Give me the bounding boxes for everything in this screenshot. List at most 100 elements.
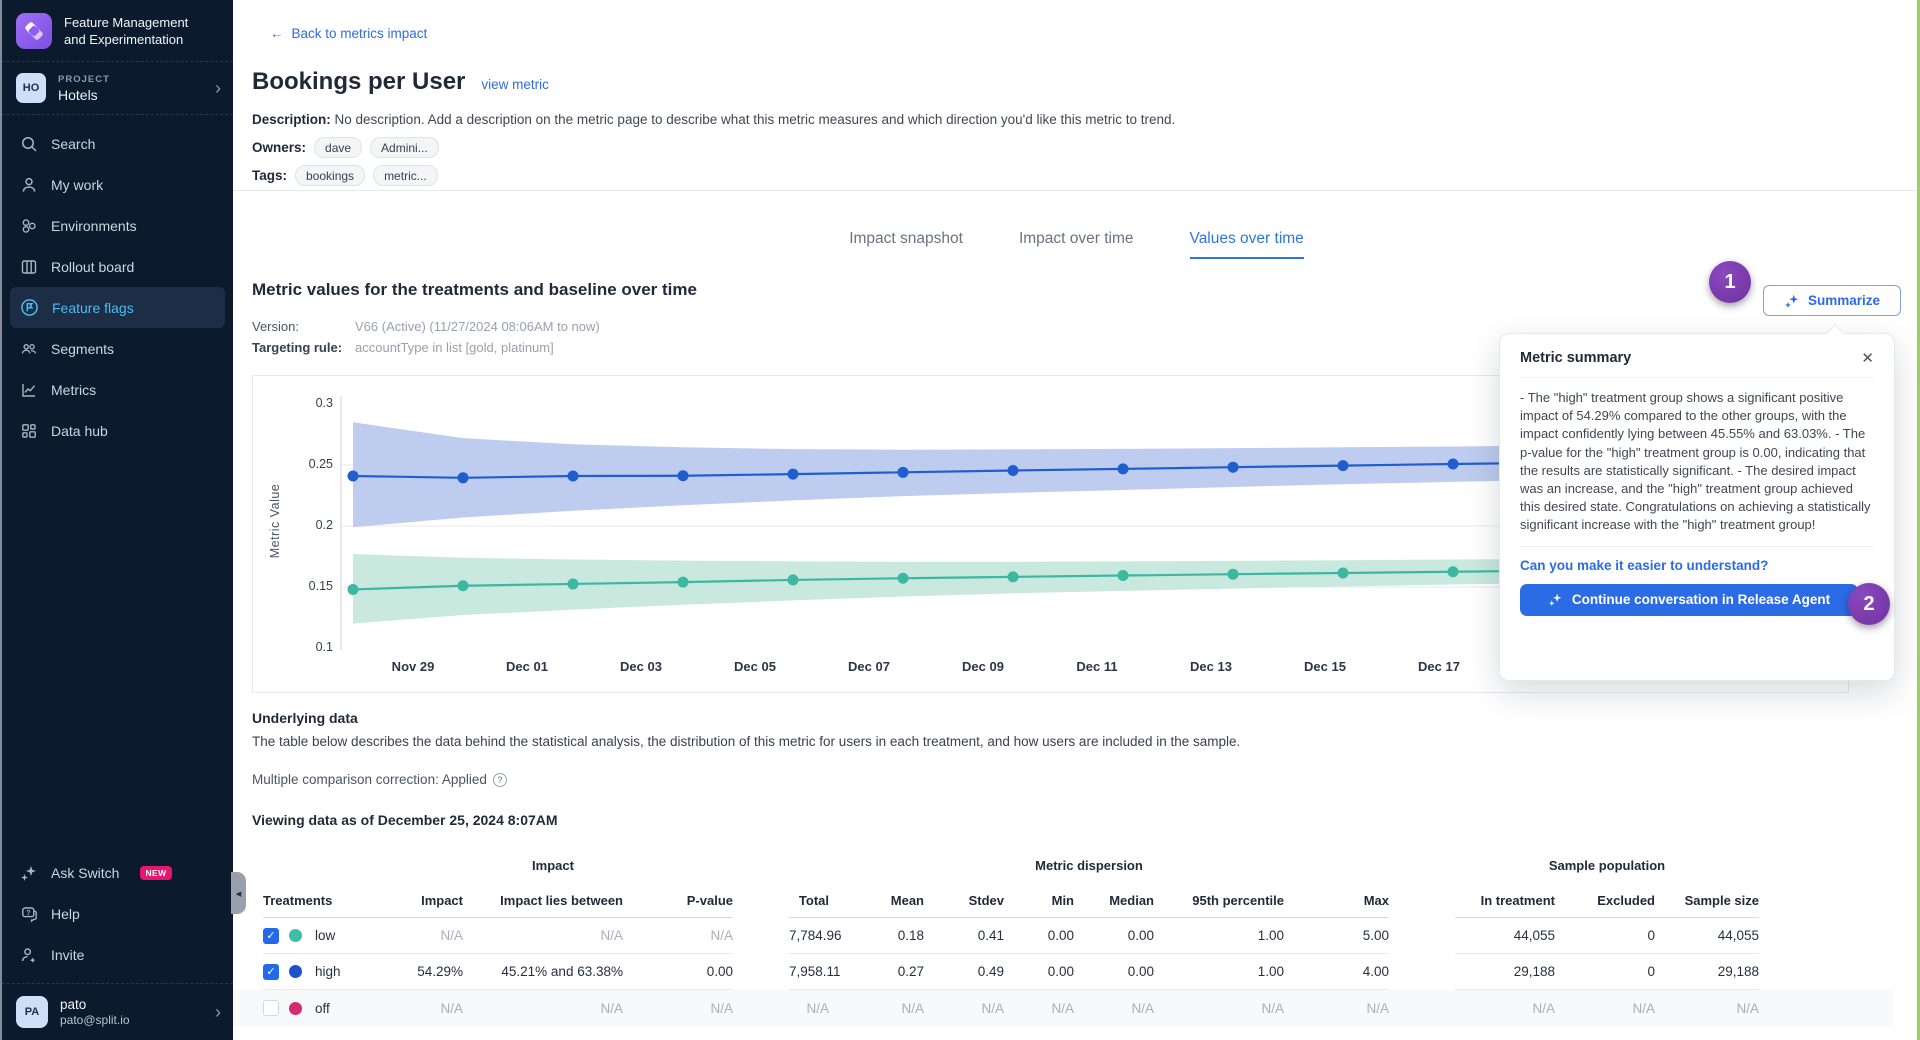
column-header: Total	[789, 893, 829, 908]
make-easier-link[interactable]: Can you make it easier to understand?	[1520, 558, 1874, 573]
sidebar-item-my-work[interactable]: My work	[2, 164, 233, 205]
sidebar-item-environments[interactable]: Environments	[2, 205, 233, 246]
table-cell: 44,055	[1455, 928, 1555, 943]
sidebar-item-label: Segments	[51, 341, 114, 357]
sidebar-item-metrics[interactable]: Metrics	[2, 369, 233, 410]
x-tick-label: Dec 15	[1304, 659, 1346, 674]
sidebar-item-label: My work	[51, 177, 103, 193]
x-tick-label: Dec 11	[1076, 659, 1117, 674]
table-cell: 0.00	[1004, 928, 1074, 943]
view-metric-link[interactable]: view metric	[481, 77, 549, 92]
annotation-step-1-badge: 1	[1709, 261, 1751, 303]
continue-conversation-button[interactable]: Continue conversation in Release Agent	[1520, 584, 1858, 616]
sidebar-item-data-hub[interactable]: Data hub	[2, 410, 233, 451]
y-axis-label: Metric Value	[268, 471, 282, 571]
sidebar-collapse-handle[interactable]: ◂	[231, 872, 246, 914]
table-cell: 0.00	[1074, 928, 1154, 943]
treatment-color-dot	[289, 965, 302, 978]
sidebar-item-rollout-board[interactable]: Rollout board	[2, 246, 233, 287]
tab-impact-over-time[interactable]: Impact over time	[1019, 230, 1134, 259]
column-header: Impact	[373, 893, 463, 908]
chevron-right-icon: ›	[215, 79, 221, 97]
user-name: pato	[60, 997, 130, 1012]
table-cell: 45.21% and 63.38%	[463, 964, 623, 979]
column-header: Stdev	[924, 893, 1004, 908]
sidebar-item-invite[interactable]: Invite	[2, 934, 233, 975]
sidebar-bottom-nav: Ask Switch NEW ? Help Invite	[2, 844, 233, 975]
version-row: Version: V66 (Active) (11/27/2024 08:06A…	[252, 319, 299, 334]
table-cell: N/A	[1074, 1001, 1154, 1016]
table-cell: 4.00	[1284, 964, 1389, 979]
sidebar-item-label: Rollout board	[51, 259, 134, 275]
column-header: Median	[1074, 893, 1154, 908]
owner-chip[interactable]: Admini...	[370, 137, 439, 158]
column-header: Max	[1284, 893, 1389, 908]
tab-impact-snapshot[interactable]: Impact snapshot	[849, 230, 963, 259]
divider	[1520, 546, 1874, 547]
sidebar-item-help[interactable]: ? Help	[2, 893, 233, 934]
segments-icon	[20, 340, 38, 358]
split-logo-icon	[16, 13, 52, 49]
x-tick-label: Dec 05	[734, 659, 776, 674]
table-cell: 1.00	[1154, 928, 1284, 943]
treatment-name: high	[315, 964, 341, 979]
underlying-data-paragraph: The table below describes the data behin…	[252, 734, 1240, 749]
table-cell: N/A	[1555, 1001, 1655, 1016]
table-cell: 0.00	[1004, 964, 1074, 979]
sidebar: Feature Management and Experimentation H…	[0, 0, 233, 1040]
sidebar-item-ask-switch[interactable]: Ask Switch NEW	[2, 852, 233, 893]
x-tick-label: Dec 17	[1418, 659, 1460, 674]
tag-chip[interactable]: bookings	[295, 165, 365, 186]
group-header-impact: Impact	[373, 858, 733, 873]
user-menu[interactable]: PA pato pato@split.io ›	[2, 983, 233, 1040]
table-cell: 5.00	[1284, 928, 1389, 943]
annotation-step-2-badge: 2	[1848, 583, 1890, 625]
tab-bar: Impact snapshot Impact over time Values …	[233, 230, 1920, 259]
info-icon[interactable]: ?	[493, 773, 507, 787]
column-header: Mean	[829, 893, 924, 908]
sidebar-item-label: Environments	[51, 218, 137, 234]
owners-row: Owners: dave Admini...	[252, 137, 439, 158]
table-row-low: ✓lowN/AN/AN/A7,784.960.180.410.000.001.0…	[233, 918, 1893, 954]
arrow-left-icon: ←	[270, 26, 284, 41]
table-cell: N/A	[1284, 1001, 1389, 1016]
summarize-button[interactable]: Summarize	[1763, 285, 1901, 316]
sparkle-icon	[1548, 592, 1563, 607]
treatment-checkbox[interactable]: ✓	[263, 928, 279, 944]
sidebar-item-feature-flags[interactable]: Feature flags	[10, 287, 225, 328]
owner-chip[interactable]: dave	[314, 137, 362, 158]
table-row-high: ✓high54.29%45.21% and 63.38%0.007,958.11…	[233, 954, 1893, 990]
y-tick-label: 0.3	[291, 396, 333, 410]
close-icon[interactable]: ✕	[1861, 351, 1874, 366]
table-cell: 0.18	[829, 928, 924, 943]
back-link[interactable]: ← Back to metrics impact	[270, 26, 427, 41]
project-switcher[interactable]: HO PROJECT Hotels ›	[2, 62, 233, 115]
table-cell: 44,055	[1655, 928, 1759, 943]
sidebar-item-segments[interactable]: Segments	[2, 328, 233, 369]
table-row-off: offN/AN/AN/AN/AN/AN/AN/AN/AN/AN/AN/AN/AN…	[233, 990, 1893, 1026]
targeting-rule-value: accountType in list [gold, platinum]	[355, 340, 554, 355]
tag-chip[interactable]: metric...	[373, 165, 438, 186]
table-cell: N/A	[463, 928, 623, 943]
sidebar-item-label: Invite	[51, 947, 84, 963]
column-header: Impact lies between	[463, 893, 623, 908]
description-row: Description: No description. Add a descr…	[252, 112, 1175, 127]
divider	[1520, 377, 1874, 378]
treatment-checkbox[interactable]: ✓	[263, 964, 279, 980]
sidebar-item-search[interactable]: Search	[2, 123, 233, 164]
sidebar-item-label: Feature flags	[52, 300, 134, 316]
sidebar-nav: Search My work Environments Rollout boar…	[2, 115, 233, 451]
treatment-checkbox[interactable]	[263, 1000, 279, 1016]
table-cell: 29,188	[1455, 964, 1555, 979]
table-cell: N/A	[463, 1001, 623, 1016]
sidebar-item-label: Metrics	[51, 382, 96, 398]
table-cell: 0.49	[924, 964, 1004, 979]
tab-values-over-time[interactable]: Values over time	[1190, 230, 1304, 259]
metric-summary-popover: Metric summary ✕ - The "high" treatment …	[1499, 333, 1895, 681]
data-hub-icon	[20, 422, 38, 440]
table-cell: N/A	[1154, 1001, 1284, 1016]
group-header-sample-population: Sample population	[1455, 858, 1759, 873]
table-cell: 0	[1555, 964, 1655, 979]
x-tick-label: Nov 29	[392, 659, 435, 674]
new-badge: NEW	[140, 866, 171, 880]
